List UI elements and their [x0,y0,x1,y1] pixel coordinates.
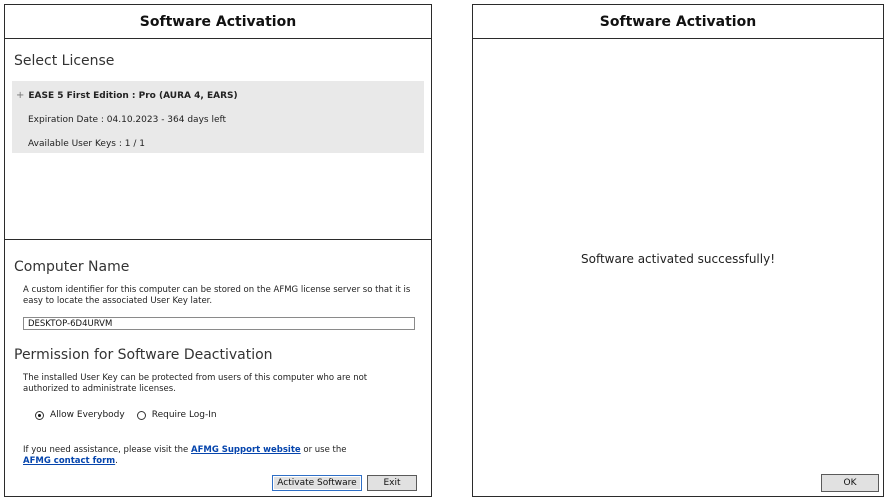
license-user-keys: Available User Keys : 1 / 1 [28,139,145,149]
license-expiration: Expiration Date : 04.10.2023 - 364 days … [28,115,227,125]
activation-dialog-right: Software Activation Software activated s… [472,4,884,497]
license-list[interactable]: + EASE 5 First Edition : Pro (AURA 4, EAR… [12,81,424,153]
permission-description: The installed User Key can be protected … [23,373,368,394]
require-login-radio[interactable] [136,410,146,420]
help-middle: or use the [300,445,347,455]
license-item[interactable]: + EASE 5 First Edition : Pro (AURA 4, EAR… [16,90,238,101]
expand-plus-icon[interactable]: + [16,90,24,101]
require-login-label[interactable]: Require Log-In [152,410,217,420]
computer-name-heading: Computer Name [14,259,130,275]
help-suffix: . [115,456,118,466]
select-license-heading: Select License [14,53,115,69]
activation-dialog-left: Software Activation Select License + EASE… [4,4,432,497]
ok-button[interactable]: OK [821,474,879,492]
exit-button[interactable]: Exit [367,475,417,491]
computer-name-input[interactable] [23,317,415,330]
afmg-support-link[interactable]: AFMG Support website [191,445,301,455]
section-divider [5,239,431,240]
dialog-title: Software Activation [473,5,883,39]
success-message: Software activated successfully! [580,252,776,266]
computer-name-description: A custom identifier for this computer ca… [23,285,411,306]
help-text: If you need assistance, please visit the… [23,445,423,467]
help-prefix: If you need assistance, please visit the [23,445,191,455]
license-product-name: EASE 5 First Edition : Pro (AURA 4, EARS… [28,91,238,101]
afmg-contact-link[interactable]: AFMG contact form [23,456,115,466]
dialog-title: Software Activation [5,5,431,39]
permission-radio-group: Allow Everybody Require Log-In [35,410,229,420]
allow-everybody-radio[interactable] [35,410,44,420]
activate-software-button[interactable]: Activate Software [272,475,362,491]
allow-everybody-label[interactable]: Allow Everybody [50,410,125,420]
permission-heading: Permission for Software Deactivation [14,347,273,363]
